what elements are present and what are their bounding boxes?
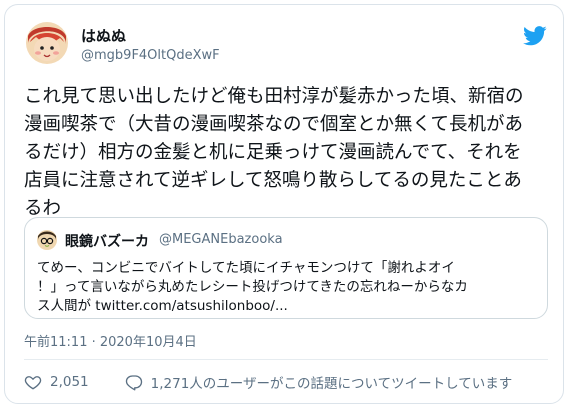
author-name[interactable]: はぬぬ	[81, 25, 126, 46]
tweet-body-line: 店員に注意されて逆ギレして怒鳴り散らしてるの見たことあ	[24, 170, 522, 191]
divider	[24, 359, 548, 360]
reply-icon	[125, 375, 142, 391]
quoted-tweet[interactable]: 眼鏡バズーカ @MEGANEbazooka てめー、コンビニでバイトしてた頃にイ…	[24, 217, 548, 319]
quoted-text: てめー、コンビニでバイトしてた頃にイチャモンつけて「謝れよオイ ！」って言いなが…	[37, 259, 542, 316]
tweet-card: はぬぬ @mgb9F4OltQdeXwF これ見て思い出したけど俺も田村淳が髪赤…	[4, 4, 564, 404]
tweet-actions: 2,051 1,271人のユーザーがこの話題についてツイートしています	[24, 370, 512, 394]
tweet-timestamp[interactable]: 午前11:11 · 2020年10月4日	[24, 331, 197, 350]
tweet-body: これ見て思い出したけど俺も田村淳が髪赤かった頃、新宿の 漫画喫茶で（大昔の漫画喫…	[24, 83, 554, 223]
tweet-body-line: これ見て思い出したけど俺も田村淳が髪赤かった頃、新宿の	[24, 86, 524, 107]
tweet-body-line: 漫画喫茶で（大昔の漫画喫茶なので個室とか無くて長机があ	[24, 114, 523, 135]
reply-button[interactable]: 1,271人のユーザーがこの話題についてツイートしています	[125, 372, 513, 392]
quoted-author-avatar	[37, 230, 57, 250]
like-count: 2,051	[50, 374, 89, 390]
tweet-body-line: るだけ）相方の金髪と机に足乗っけて漫画読んでて、それを	[24, 142, 522, 163]
quoted-text-line: てめー、コンビニでバイトしてた頃にイチャモンつけて「謝れよオイ	[37, 260, 455, 276]
quoted-text-line: ス人間が twitter.com/atsushilonboo/...	[37, 298, 288, 314]
author-handle[interactable]: @mgb9F4OltQdeXwF	[81, 48, 220, 63]
quoted-author-name: 眼鏡バズーカ	[65, 234, 149, 250]
heart-icon	[24, 376, 42, 390]
reply-summary: 1,271人のユーザーがこの話題についてツイートしています	[150, 376, 513, 392]
quoted-author-handle: @MEGANEbazooka	[159, 232, 283, 247]
like-button[interactable]: 2,051	[24, 373, 89, 391]
twitter-bird-icon[interactable]	[523, 26, 547, 46]
author-avatar[interactable]	[26, 22, 68, 64]
quoted-text-line: ！」って言いながら丸めたレシート投げつけてきたの忘れねーからなカ	[37, 279, 468, 295]
